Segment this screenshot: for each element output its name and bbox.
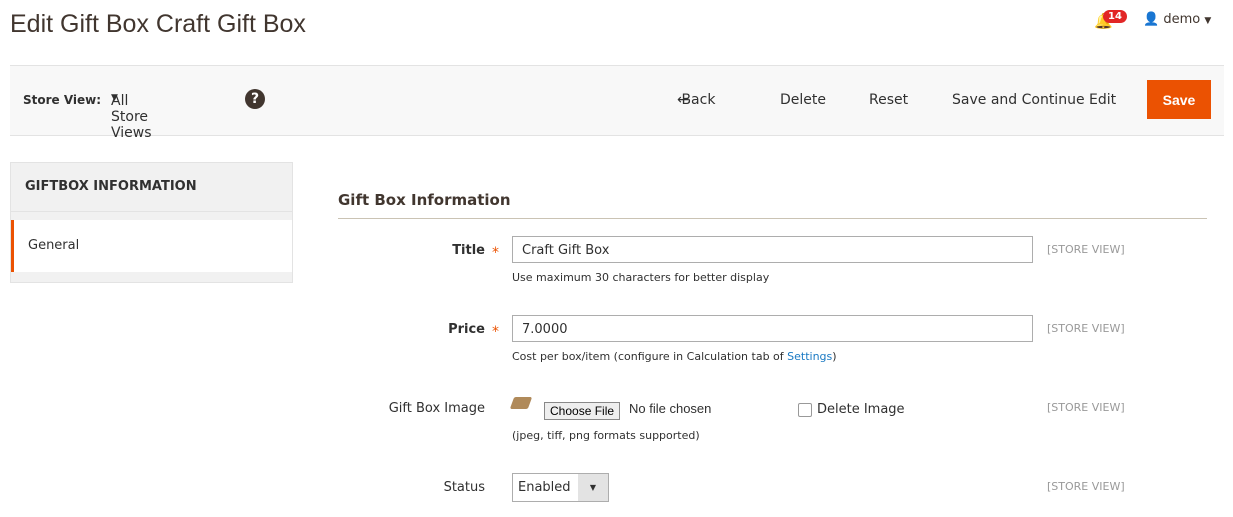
page-actions-toolbar: Store View: All Store Views ▼ ? ← Back D… [10, 65, 1224, 141]
title-input[interactable]: Craft Gift Box [512, 236, 1033, 263]
price-note: Cost per box/item (configure in Calculat… [512, 350, 837, 363]
image-label: Gift Box Image [388, 401, 485, 416]
help-icon[interactable]: ? [245, 89, 265, 109]
settings-link[interactable]: Settings [787, 350, 832, 363]
save-button[interactable]: Save [1147, 80, 1211, 119]
chevron-down-icon: ▼ [578, 474, 608, 501]
chevron-down-icon: ▼ [111, 93, 118, 103]
store-view-label: Store View: [23, 93, 102, 107]
user-menu[interactable]: 👤 demo ▼ [1143, 12, 1211, 27]
user-icon: 👤 [1143, 12, 1160, 27]
choose-file-button[interactable]: Choose File [544, 402, 621, 420]
scope-label: [STORE VIEW] [1047, 322, 1125, 335]
price-input[interactable]: 7.0000 [512, 315, 1033, 342]
image-note: (jpeg, tiff, png formats supported) [512, 429, 700, 442]
price-note-end: ) [832, 350, 837, 363]
title-note: Use maximum 30 characters for better dis… [512, 271, 770, 284]
section-title: Gift Box Information [338, 191, 511, 209]
price-note-text: Cost per box/item (configure in Calculat… [512, 350, 788, 363]
reset-button[interactable]: Reset [869, 92, 908, 108]
page-title: Edit Gift Box Craft Gift Box [10, 10, 306, 38]
sidebar-item-general[interactable]: General [11, 220, 292, 272]
sidebar: GIFTBOX INFORMATION General [10, 162, 293, 283]
required-icon: * [492, 245, 499, 261]
save-continue-button[interactable]: Save and Continue Edit [952, 92, 1116, 108]
scope-label: [STORE VIEW] [1047, 401, 1125, 414]
user-name: demo [1163, 12, 1201, 27]
price-label: Price [448, 322, 485, 337]
delete-image-checkbox[interactable] [798, 403, 812, 417]
delete-image-label[interactable]: Delete Image [817, 402, 905, 417]
gift-box-thumbnail [509, 397, 533, 409]
scope-label: [STORE VIEW] [1047, 480, 1125, 493]
notification-badge[interactable]: 14 [1103, 10, 1127, 23]
sidebar-title: GIFTBOX INFORMATION [11, 163, 292, 212]
no-file-text: No file chosen [629, 401, 712, 416]
status-select[interactable]: Enabled ▼ [512, 473, 609, 502]
chevron-down-icon: ▼ [1204, 16, 1212, 26]
status-value: Enabled [518, 480, 571, 495]
status-label: Status [443, 480, 485, 495]
required-icon: * [492, 324, 499, 340]
back-button[interactable]: ← Back [677, 92, 715, 108]
back-label: Back [681, 92, 716, 108]
title-label: Title [452, 243, 485, 258]
section-divider [338, 218, 1207, 219]
scope-label: [STORE VIEW] [1047, 243, 1125, 256]
delete-button[interactable]: Delete [780, 92, 826, 108]
